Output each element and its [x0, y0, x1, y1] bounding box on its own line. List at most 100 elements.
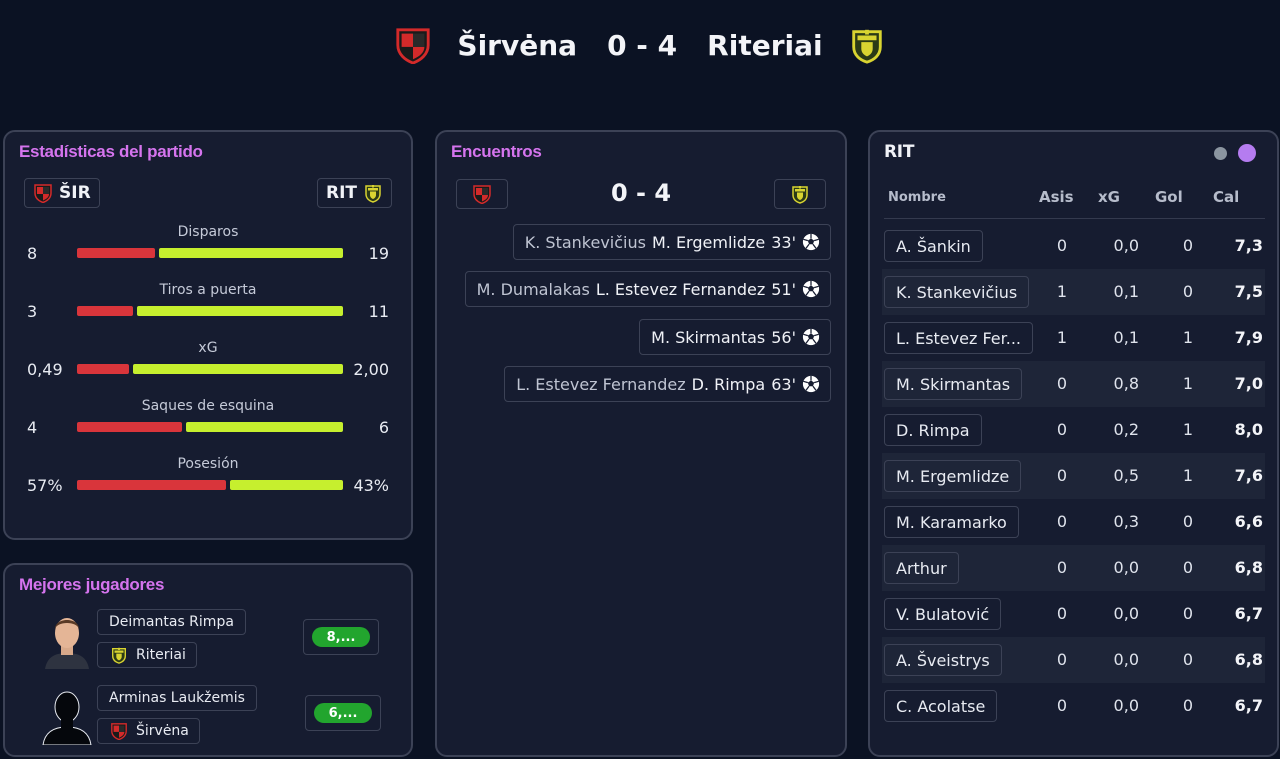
player-photo-avatar: [39, 609, 95, 669]
best-player-row[interactable]: Deimantas Rimpa Riteriai 8,...: [39, 609, 399, 679]
stat-home-bar: [77, 364, 129, 374]
away-team-crest-icon: [110, 646, 128, 664]
page-dot-inactive[interactable]: [1214, 147, 1227, 160]
column-header-assists[interactable]: Asis: [1039, 188, 1074, 206]
stat-row: Disparos 8 19: [5, 224, 411, 280]
player-goals: 0: [1182, 696, 1193, 715]
table-row[interactable]: M. Skirmantas 0 0,8 1 7,0: [882, 361, 1265, 407]
stat-row: Tiros a puerta 3 11: [5, 282, 411, 338]
player-goals: 0: [1182, 558, 1193, 577]
player-rating: 6,6: [1234, 512, 1263, 531]
player-name[interactable]: V. Bulatović: [884, 598, 1002, 630]
event-minute: 63': [771, 374, 796, 394]
goal-event[interactable]: L. Estevez Fernandez D. Rimpa 63': [504, 366, 831, 402]
best-player-name[interactable]: Arminas Laukžemis: [97, 685, 257, 711]
stat-label: xG: [198, 340, 218, 356]
column-header-rating[interactable]: Cal: [1213, 188, 1239, 206]
player-name[interactable]: Arthur: [884, 552, 959, 584]
stat-label: Disparos: [177, 224, 239, 240]
player-silhouette-avatar: [39, 685, 95, 745]
encounters-panel: Encuentros 0 - 4 K. Stankevičius M. Erge…: [435, 130, 847, 757]
stat-away-bar: [159, 248, 343, 258]
stat-bar: [77, 306, 343, 316]
best-player-rating-box: 8,...: [303, 619, 379, 655]
player-name[interactable]: A. Šankin: [884, 230, 983, 262]
player-name[interactable]: K. Stankevičius: [884, 276, 1030, 308]
player-assists: 0: [1056, 374, 1067, 393]
home-team-crest-icon[interactable]: [393, 25, 433, 65]
stat-home-value: 3: [27, 302, 38, 321]
table-row[interactable]: M. Karamarko 0 0,3 0 6,6: [882, 499, 1265, 545]
player-rating: 6,7: [1234, 604, 1263, 623]
player-rating: 7,9: [1234, 328, 1263, 347]
player-name[interactable]: M. Skirmantas: [884, 368, 1023, 400]
player-xg: 0,0: [1113, 696, 1139, 715]
player-name[interactable]: M. Ergemlidze: [884, 460, 1022, 492]
stats-home-chip[interactable]: ŠIR: [24, 178, 100, 208]
table-row[interactable]: M. Ergemlidze 0 0,5 1 7,6: [882, 453, 1265, 499]
page-dot-active[interactable]: [1238, 144, 1256, 162]
stat-away-bar: [186, 422, 343, 432]
player-assists: 0: [1056, 466, 1067, 485]
player-xg: 0,8: [1113, 374, 1139, 393]
stat-away-bar: [230, 480, 343, 490]
best-player-team[interactable]: Širvėna: [97, 718, 200, 744]
soccer-ball-icon: [802, 280, 820, 298]
event-scorer: L. Estevez Fernandez: [595, 279, 766, 299]
player-name[interactable]: L. Estevez Fer...: [884, 322, 1033, 354]
player-rating: 6,7: [1234, 696, 1263, 715]
player-name[interactable]: M. Karamarko: [884, 506, 1019, 538]
table-row[interactable]: L. Estevez Fer... 1 0,1 1 7,9: [882, 315, 1265, 361]
table-row[interactable]: A. Šveistrys 0 0,0 0 6,8: [882, 637, 1265, 683]
best-player-name[interactable]: Deimantas Rimpa: [97, 609, 246, 635]
stat-away-value: 2,00: [353, 360, 389, 379]
table-row[interactable]: V. Bulatović 0 0,0 0 6,7: [882, 591, 1265, 637]
goal-event[interactable]: M. Dumalakas L. Estevez Fernandez 51': [464, 271, 831, 307]
away-team-crest-icon[interactable]: [847, 25, 887, 65]
away-team-name[interactable]: Riteriai: [707, 29, 822, 62]
stat-bar: [77, 364, 343, 374]
stat-home-bar: [77, 248, 155, 258]
match-score: 0 - 4: [607, 28, 678, 62]
player-assists: 1: [1056, 328, 1067, 347]
home-team-name[interactable]: Širvėna: [457, 29, 577, 62]
player-rating: 7,6: [1234, 466, 1263, 485]
best-player-rating-box: 6,...: [305, 695, 381, 731]
home-team-crest-icon: [110, 722, 128, 740]
player-name[interactable]: C. Acolatse: [884, 690, 998, 722]
player-assists: 0: [1056, 650, 1067, 669]
table-row[interactable]: K. Stankevičius 1 0,1 0 7,5: [882, 269, 1265, 315]
column-header-goals[interactable]: Gol: [1155, 188, 1183, 206]
column-header-xg[interactable]: xG: [1098, 188, 1120, 206]
table-row[interactable]: D. Rimpa 0 0,2 1 8,0: [882, 407, 1265, 453]
stat-home-value: 8: [27, 244, 38, 263]
best-player-row[interactable]: Arminas Laukžemis Širvėna 6,...: [39, 685, 399, 755]
stat-home-bar: [77, 480, 226, 490]
best-player-team-name: Širvėna: [136, 723, 189, 739]
table-row[interactable]: C. Acolatse 0 0,0 0 6,7: [882, 683, 1265, 729]
away-team-crest-icon: [363, 183, 383, 203]
player-xg: 0,2: [1113, 420, 1139, 439]
encounters-title: Encuentros: [451, 142, 542, 161]
stat-row: xG 0,49 2,00: [5, 340, 411, 396]
player-rating: 7,3: [1234, 236, 1263, 255]
player-rating: 6,8: [1234, 650, 1263, 669]
player-goals: 0: [1182, 604, 1193, 623]
table-row[interactable]: A. Šankin 0 0,0 0 7,3: [882, 223, 1265, 269]
stat-bar: [77, 422, 343, 432]
goal-event[interactable]: K. Stankevičius M. Ergemlidze 33': [512, 224, 831, 260]
column-header-name[interactable]: Nombre: [888, 190, 946, 205]
stats-away-chip[interactable]: RIT: [316, 178, 392, 208]
stat-bar: [77, 480, 343, 490]
player-name[interactable]: A. Šveistrys: [884, 644, 1002, 676]
stat-away-bar: [137, 306, 343, 316]
event-minute: 56': [771, 327, 796, 347]
best-player-team[interactable]: Riteriai: [97, 642, 197, 668]
goal-event[interactable]: M. Skirmantas 56': [639, 319, 831, 355]
table-row[interactable]: Arthur 0 0,0 0 6,8: [882, 545, 1265, 591]
stat-home-value: 57%: [27, 476, 63, 495]
stat-away-value: 19: [368, 244, 389, 263]
encounters-away-crest[interactable]: [774, 179, 826, 209]
stat-bar: [77, 248, 343, 258]
player-name[interactable]: D. Rimpa: [884, 414, 982, 446]
